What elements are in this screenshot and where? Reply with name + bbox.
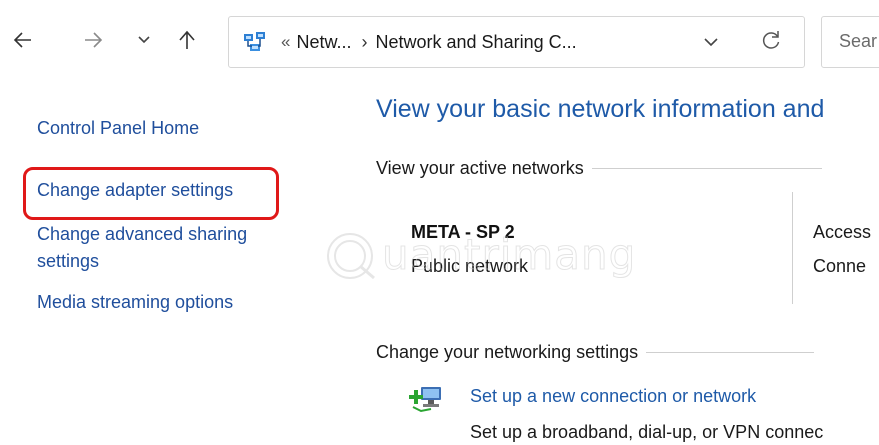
search-box[interactable]: Sear [821, 16, 879, 68]
active-networks-label: View your active networks [376, 158, 584, 178]
network-column-divider [792, 192, 793, 304]
breadcrumb-separator[interactable]: › [362, 32, 368, 53]
back-button[interactable] [6, 24, 40, 56]
up-button[interactable] [173, 24, 201, 56]
change-settings-section: Change your networking settings [376, 342, 815, 363]
breadcrumb-overflow[interactable]: « [281, 32, 290, 52]
page-title: View your basic network information and [376, 95, 825, 123]
connections-label: Conne [813, 256, 867, 276]
chevron-down-icon [704, 38, 718, 47]
media-streaming-options-link[interactable]: Media streaming options [37, 290, 233, 314]
change-advanced-sharing-settings-link[interactable]: Change advanced sharing [37, 222, 247, 246]
recent-locations-button[interactable] [131, 24, 157, 56]
chevron-down-icon [138, 36, 150, 44]
network-folder-icon [243, 31, 267, 58]
setup-new-connection-link[interactable]: Set up a new connection or network [470, 386, 756, 407]
address-dropdown-button[interactable] [703, 32, 719, 57]
breadcrumb-item-network[interactable]: Netw... [296, 32, 351, 53]
change-advanced-sharing-settings-link-continued[interactable]: settings [37, 249, 99, 273]
section-divider [591, 168, 822, 169]
search-input[interactable]: Sear [839, 31, 877, 52]
active-networks-section: View your active networks [376, 158, 822, 179]
breadcrumb: « Netw... › Network and Sharing C... [281, 17, 577, 67]
change-adapter-settings-link[interactable]: Change adapter settings [37, 178, 233, 202]
network-type: Public network [411, 256, 529, 276]
watermark-mark [327, 233, 375, 280]
access-type-label: Access [813, 222, 872, 242]
arrow-right-icon [85, 32, 103, 48]
change-settings-label: Change your networking settings [376, 342, 639, 362]
watermark-logo: uantrimang [322, 228, 636, 289]
arrow-left-icon [13, 32, 31, 48]
breadcrumb-item-network-sharing-center[interactable]: Network and Sharing C... [376, 32, 577, 53]
address-bar[interactable]: « Netw... › Network and Sharing C... [228, 16, 805, 68]
refresh-icon [762, 31, 780, 49]
refresh-button[interactable] [760, 28, 782, 57]
section-divider [646, 352, 815, 353]
network-name: META - SP 2 [411, 222, 515, 242]
control-panel-home-link[interactable]: Control Panel Home [37, 116, 199, 140]
new-connection-icon [407, 383, 447, 420]
forward-button[interactable] [78, 24, 108, 56]
setup-new-connection-description: Set up a broadband, dial-up, or VPN conn… [470, 422, 824, 442]
arrow-up-icon [179, 30, 195, 49]
